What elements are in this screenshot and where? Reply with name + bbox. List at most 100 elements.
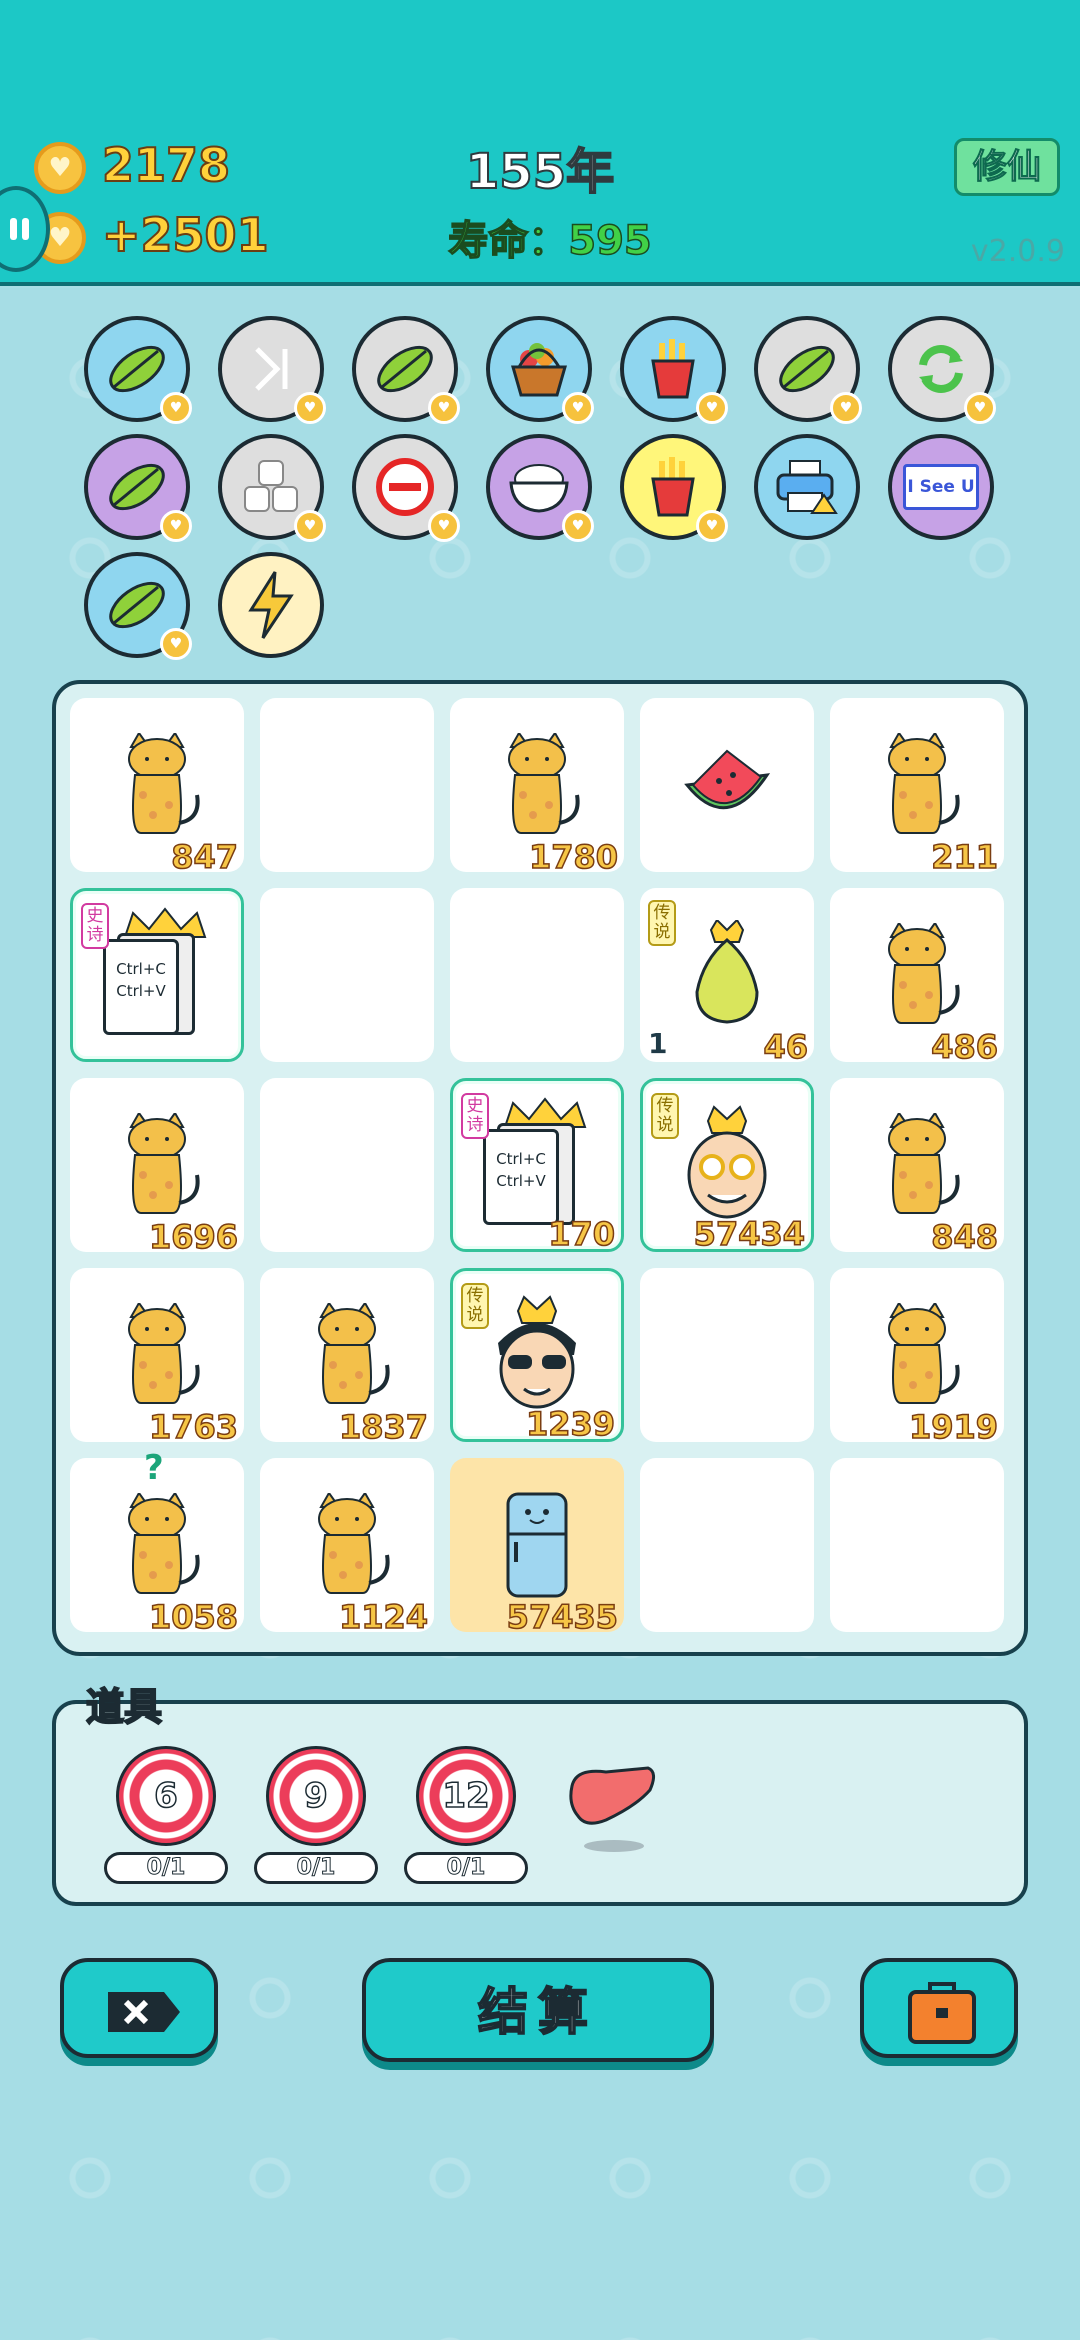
item-count: 211 — [930, 837, 998, 877]
target-tool-icon[interactable]: 6 — [116, 1746, 216, 1846]
board-cell-cat[interactable]: ? 1058 — [70, 1448, 244, 1637]
board-cell-fridge[interactable]: 57435 — [450, 1458, 624, 1637]
board-cell-cat[interactable]: 1124 — [260, 1458, 434, 1637]
board-cell-cat[interactable]: 848 — [830, 1078, 1004, 1257]
item-count: 1919 — [908, 1407, 999, 1447]
board-cell-pear[interactable]: 传说 1 46 — [640, 888, 814, 1067]
item-count: 848 — [930, 1217, 998, 1257]
bag-button[interactable] — [860, 1958, 1018, 2058]
income-count: +2501 — [101, 207, 270, 263]
skip-icon[interactable]: ♥ — [218, 316, 326, 424]
item-count: 847 — [170, 837, 238, 877]
cubes-icon[interactable]: ♥ — [218, 434, 326, 542]
board-cell-cat[interactable]: 211 — [830, 698, 1004, 877]
board-cell-cat[interactable]: 847 — [70, 698, 244, 877]
copy-paste-card-icon: Ctrl+C Ctrl+V — [99, 907, 207, 1037]
board-cell-cat[interactable]: 1919 — [830, 1268, 1004, 1447]
empty-cell[interactable] — [830, 1458, 1004, 1632]
target-tool-icon[interactable]: 12 — [416, 1746, 516, 1846]
refresh-icon[interactable]: ♥ — [888, 316, 996, 424]
rarity-tag: 传说 — [648, 900, 676, 946]
i-see-u-label: I See U — [903, 464, 979, 510]
board-cell-old-man[interactable]: 传说 57434 — [640, 1078, 814, 1254]
empty-cell[interactable] — [640, 1268, 814, 1442]
version-label: v2.0.9 — [970, 234, 1065, 269]
coin-badge-icon: ♥ — [428, 392, 460, 424]
fruit-basket-icon[interactable]: ♥ — [486, 316, 594, 424]
board-cell-cat[interactable]: 486 — [830, 888, 1004, 1067]
target-tool-icon[interactable]: 9 — [266, 1746, 366, 1846]
item-count: 486 — [930, 1027, 998, 1067]
empty-cell[interactable] — [260, 1078, 434, 1252]
coin-badge-icon: ♥ — [428, 510, 460, 542]
rarity-tag: 传说 — [651, 1093, 679, 1139]
item-count: 57435 — [506, 1597, 619, 1637]
rarity-tag: 史诗 — [81, 903, 109, 949]
empty-cell[interactable] — [450, 888, 624, 1062]
tool-usage: 0/1 — [404, 1852, 528, 1884]
exit-button[interactable] — [60, 1958, 218, 2058]
board-cell-cat[interactable]: 1837 — [260, 1268, 434, 1447]
tool-usage: 0/1 — [104, 1852, 228, 1884]
leaf-icon[interactable]: ♥ — [352, 316, 460, 424]
year-display: 155年 — [465, 143, 615, 201]
empty-cell[interactable] — [260, 698, 434, 872]
settle-label: 结算 — [477, 1982, 598, 2042]
coin-badge-icon: ♥ — [160, 392, 192, 424]
printer-icon[interactable] — [754, 434, 860, 540]
fries-icon[interactable]: ♥ — [620, 316, 728, 424]
coin-badge-icon: ♥ — [562, 392, 594, 424]
item-count: 170 — [547, 1214, 615, 1254]
board-cell-watermelon[interactable] — [640, 698, 814, 872]
coin-badge-icon: ♥ — [160, 628, 192, 660]
lifespan-label: 寿命： — [448, 217, 570, 265]
coin-badge-icon: ♥ — [696, 392, 728, 424]
item-count: 1696 — [148, 1217, 239, 1257]
leaf-icon[interactable]: ♥ — [84, 434, 192, 542]
settle-button[interactable]: 结算 — [362, 1958, 714, 2062]
item-board: 847 1780 211 Ctrl+C Ctrl+V 史诗 传说 1 46 486 1696 Ctrl… — [52, 680, 1028, 1656]
item-count: 1837 — [338, 1407, 429, 1447]
tool-usage: 0/1 — [254, 1852, 378, 1884]
coin-badge-icon: ♥ — [562, 510, 594, 542]
lifespan-value: 595 — [568, 217, 653, 265]
stack-count: 1 — [648, 1027, 668, 1060]
empty-cell[interactable] — [640, 1458, 814, 1632]
cultivate-button[interactable]: 修仙 — [954, 138, 1060, 196]
item-count: 1058 — [148, 1597, 239, 1637]
empty-cell[interactable] — [260, 888, 434, 1062]
coin-badge-icon: ♥ — [964, 392, 996, 424]
lightning-icon[interactable] — [218, 552, 324, 658]
rice-bowl-icon[interactable]: ♥ — [486, 434, 594, 542]
tools-title: 道具 — [85, 1684, 163, 1730]
leaf-icon[interactable]: ♥ — [84, 316, 192, 424]
board-cell-copy-paste[interactable]: Ctrl+C Ctrl+V 史诗 — [70, 888, 244, 1062]
item-count: 1780 — [528, 837, 619, 877]
board-cell-cat[interactable]: 1780 — [450, 698, 624, 877]
coin-badge-icon: ♥ — [294, 510, 326, 542]
board-cell-copy-paste[interactable]: Ctrl+C Ctrl+V 史诗 170 — [450, 1078, 624, 1254]
coin-badge-icon: ♥ — [830, 392, 862, 424]
coin-badge-icon: ♥ — [696, 510, 728, 542]
watermelon-icon — [640, 698, 814, 872]
rarity-tag: 史诗 — [461, 1093, 489, 1139]
briefcase-icon — [908, 1982, 976, 2044]
minus-circle-icon[interactable]: ♥ — [352, 434, 460, 542]
copy-paste-card-icon: Ctrl+C Ctrl+V — [479, 1097, 587, 1227]
lifespan-display: 寿命：595 — [420, 208, 680, 266]
coin-icon — [34, 142, 86, 194]
top-bar: 2178 +2501 155年 寿命：595 修仙 v2.0.9 — [0, 0, 1080, 286]
board-cell-cat[interactable]: 1696 — [70, 1078, 244, 1257]
rarity-tag: 传说 — [461, 1283, 489, 1329]
liver-icon[interactable] — [566, 1764, 662, 1858]
fries-icon[interactable]: ♥ — [620, 434, 728, 542]
board-cell-sunglasses-man[interactable]: 传说 1239 — [450, 1268, 624, 1444]
leaf-icon[interactable]: ♥ — [84, 552, 192, 660]
paste-label: Ctrl+V — [116, 982, 166, 1000]
close-icon — [108, 1992, 180, 2032]
i-see-u-icon[interactable]: I See U — [888, 434, 994, 540]
coin-badge-icon: ♥ — [160, 510, 192, 542]
board-cell-cat[interactable]: 1763 — [70, 1268, 244, 1447]
leaf-icon[interactable]: ♥ — [754, 316, 862, 424]
item-count: 57434 — [693, 1214, 806, 1254]
